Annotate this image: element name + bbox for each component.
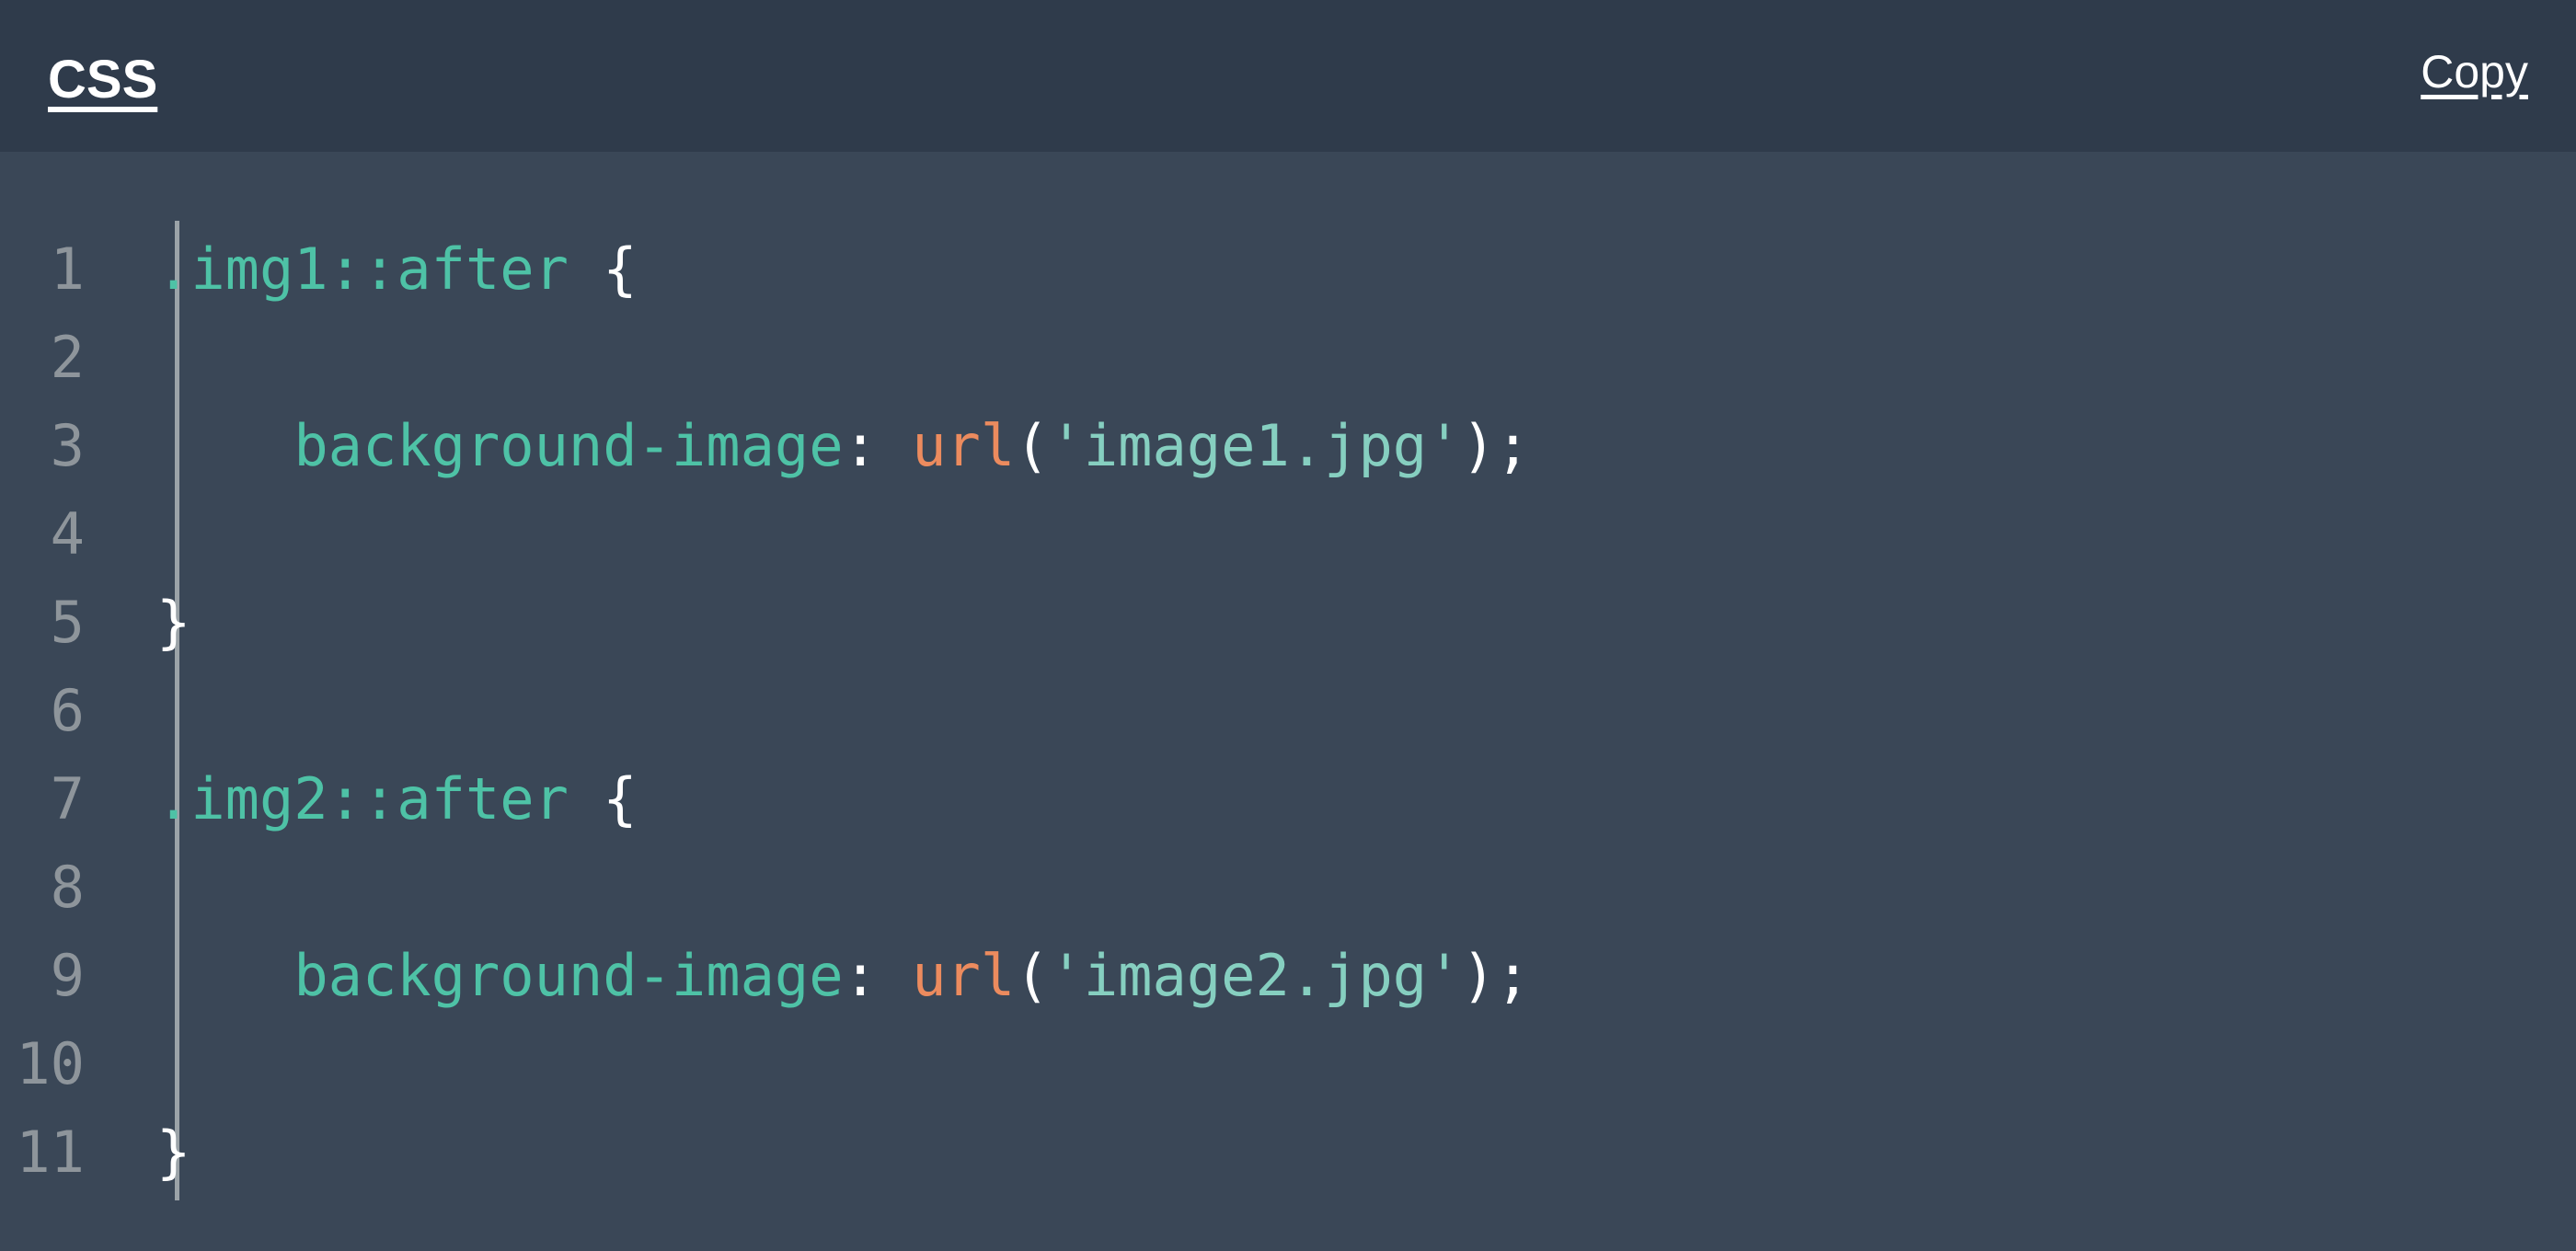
line-number: 3	[50, 412, 85, 479]
line-number: 5	[50, 589, 85, 656]
code-lines: 1 .img1::after { 2 3 background-image: u…	[0, 225, 2576, 1197]
line-number: 7	[50, 765, 85, 832]
paren-close-semicolon: );	[1461, 942, 1531, 1009]
line-number: 2	[50, 324, 85, 391]
line-number: 10	[16, 1030, 85, 1097]
code-row: 1 .img1::after {	[0, 225, 2576, 314]
code-row: 9 background-image: url('image2.jpg');	[0, 932, 2576, 1020]
css-selector: .img2::after	[156, 765, 569, 832]
paren-open: (	[1015, 942, 1050, 1009]
code-row: 8	[0, 844, 2576, 932]
css-function: url	[912, 412, 1016, 479]
snippet-header: CSS Copy	[0, 0, 2576, 152]
paren-close-semicolon: );	[1461, 412, 1531, 479]
brace-open: {	[568, 235, 638, 303]
line-content[interactable]: .img1::after {	[118, 225, 2576, 314]
line-content[interactable]: background-image: url('image1.jpg');	[118, 402, 2576, 490]
code-area: 1 .img1::after { 2 3 background-image: u…	[0, 152, 2576, 1251]
css-string: 'image1.jpg'	[1049, 412, 1462, 479]
copy-button[interactable]: Copy	[2421, 49, 2528, 104]
line-number: 6	[50, 677, 85, 744]
code-row: 10	[0, 1020, 2576, 1108]
line-number: 9	[50, 942, 85, 1009]
code-row: 11 }	[0, 1108, 2576, 1197]
line-content[interactable]: }	[118, 579, 2576, 667]
paren-open: (	[1015, 412, 1050, 479]
language-label: CSS	[48, 49, 158, 109]
code-row: 6	[0, 667, 2576, 755]
line-number: 11	[16, 1119, 85, 1186]
css-string: 'image2.jpg'	[1049, 942, 1462, 1009]
css-property: background-image	[293, 942, 844, 1009]
colon: :	[843, 942, 913, 1009]
code-row: 2	[0, 314, 2576, 402]
brace-close: }	[156, 589, 191, 656]
code-row: 5 }	[0, 579, 2576, 667]
code-row: 7 .img2::after {	[0, 755, 2576, 844]
line-content[interactable]: background-image: url('image2.jpg');	[118, 932, 2576, 1020]
code-row: 3 background-image: url('image1.jpg');	[0, 402, 2576, 490]
css-property: background-image	[293, 412, 844, 479]
line-number: 1	[50, 235, 85, 303]
brace-close: }	[156, 1119, 191, 1186]
code-snippet-card: CSS Copy 1 .img1::after { 2 3 background…	[0, 0, 2576, 1251]
css-selector: .img1::after	[156, 235, 569, 303]
line-number: 8	[50, 854, 85, 921]
line-number: 4	[50, 500, 85, 568]
brace-open: {	[568, 765, 638, 832]
line-content[interactable]: .img2::after {	[118, 755, 2576, 844]
colon: :	[843, 412, 913, 479]
css-function: url	[912, 942, 1016, 1009]
line-content[interactable]: }	[118, 1108, 2576, 1197]
code-row: 4	[0, 490, 2576, 579]
